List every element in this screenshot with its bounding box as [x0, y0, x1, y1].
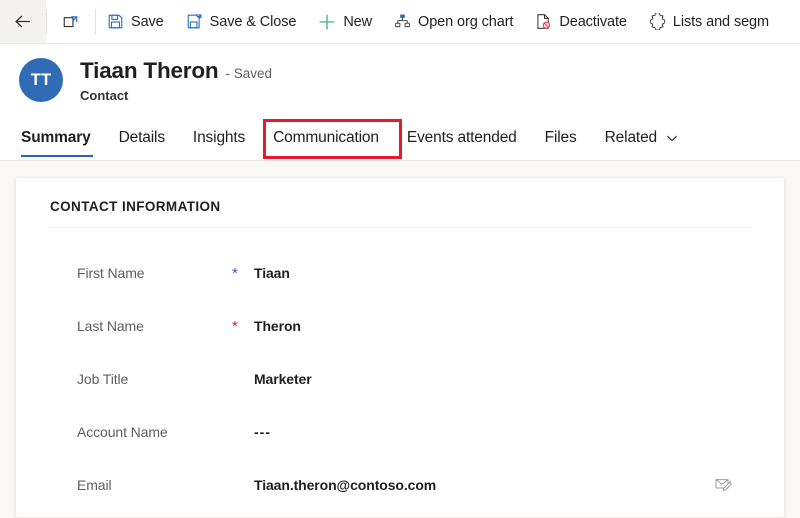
no-marker [232, 484, 254, 486]
account-name-label: Account Name [77, 423, 168, 440]
email-value[interactable]: Tiaan.theron@contoso.com [254, 477, 436, 493]
tab-insights-label: Insights [192, 129, 246, 146]
tab-insights[interactable]: Insights [179, 116, 259, 160]
field-list: First Name * Tiaan Last Name * Theron Jo… [36, 228, 764, 511]
record-entity-type: Contact [80, 87, 129, 103]
no-marker [232, 378, 254, 380]
command-bar: Save Save & Close New Open org chart Dea… [0, 0, 800, 44]
open-org-chart-button[interactable]: Open org chart [383, 0, 524, 43]
account-name-value[interactable]: --- [254, 424, 271, 440]
new-button[interactable]: New [307, 0, 383, 43]
save-button[interactable]: Save [96, 0, 175, 43]
field-row-account-name: Account Name --- [36, 405, 764, 458]
deactivate-label: Deactivate [559, 13, 627, 30]
field-row-job-title: Job Title Marketer [36, 352, 764, 405]
new-label: New [343, 13, 373, 30]
last-name-value[interactable]: Theron [254, 318, 301, 334]
field-row-last-name: Last Name * Theron [36, 299, 764, 352]
org-chart-icon [394, 13, 411, 30]
recommended-marker-icon: * [232, 265, 238, 282]
job-title-value[interactable]: Marketer [254, 371, 312, 387]
record-header: TT Tiaan Theron - Saved Contact [0, 44, 800, 116]
save-icon [107, 13, 124, 30]
tab-summary[interactable]: Summary [19, 116, 105, 160]
page-title: Tiaan Theron [80, 57, 219, 83]
contact-information-card: CONTACT INFORMATION First Name * Tiaan L… [15, 177, 785, 518]
email-compose-icon[interactable] [715, 477, 732, 492]
save-and-close-icon [186, 13, 203, 30]
puzzle-icon [649, 13, 666, 30]
tab-related-label: Related [604, 129, 658, 146]
job-title-label: Job Title [77, 370, 129, 387]
save-label: Save [131, 13, 164, 30]
chevron-down-icon [665, 131, 679, 145]
avatar-initials: TT [30, 70, 52, 89]
email-label: Email [77, 476, 112, 493]
tab-summary-label: Summary [21, 129, 91, 146]
open-org-chart-label: Open org chart [418, 13, 514, 30]
save-and-close-label: Save & Close [209, 13, 297, 30]
save-state-label: - Saved [225, 65, 272, 81]
field-row-first-name: First Name * Tiaan [36, 246, 764, 299]
tab-events-attended[interactable]: Events attended [393, 116, 531, 160]
lists-and-segments-button[interactable]: Lists and segm [638, 0, 780, 43]
back-button[interactable] [0, 0, 46, 43]
page-body: CONTACT INFORMATION First Name * Tiaan L… [0, 161, 800, 518]
lists-and-segments-label: Lists and segm [672, 13, 769, 30]
deactivate-icon [535, 13, 552, 30]
tab-events-attended-label: Events attended [406, 129, 517, 146]
last-name-label: Last Name [77, 317, 144, 334]
tab-communication-label: Communication [273, 129, 379, 146]
tab-communication[interactable]: Communication [259, 116, 393, 160]
tab-details[interactable]: Details [105, 116, 179, 160]
save-and-close-button[interactable]: Save & Close [175, 0, 308, 43]
tab-files-label: Files [544, 129, 577, 146]
no-marker [232, 431, 254, 433]
section-title: CONTACT INFORMATION [50, 199, 221, 214]
required-marker-icon: * [232, 318, 238, 335]
first-name-label: First Name [77, 264, 145, 281]
tab-details-label: Details [118, 129, 165, 146]
open-in-new-window-button[interactable] [47, 0, 95, 43]
tab-files[interactable]: Files [531, 116, 591, 160]
plus-icon [318, 13, 336, 31]
first-name-value[interactable]: Tiaan [254, 265, 290, 281]
field-row-email: Email Tiaan.theron@contoso.com [36, 458, 764, 511]
back-arrow-icon [13, 12, 32, 31]
record-title-block: Tiaan Theron - Saved Contact [80, 58, 272, 103]
avatar: TT [19, 58, 63, 102]
tab-related[interactable]: Related [591, 116, 693, 160]
tab-strip: Summary Details Insights Communication E… [0, 116, 800, 161]
deactivate-button[interactable]: Deactivate [524, 0, 638, 43]
open-in-new-window-icon [62, 13, 80, 31]
